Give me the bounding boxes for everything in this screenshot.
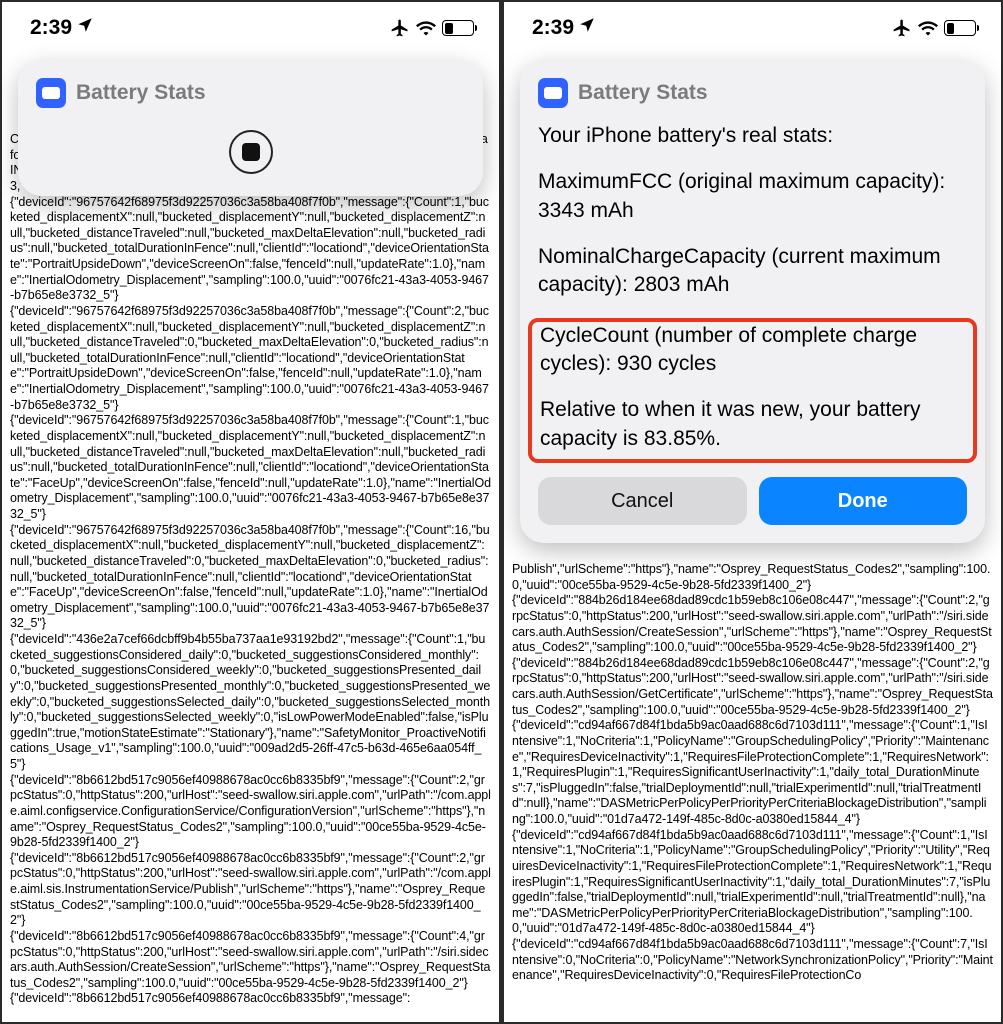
shortcut-card: Battery Stats — [18, 60, 483, 196]
stats-cycle-count: CycleCount (number of complete charge cy… — [540, 322, 965, 379]
wifi-icon — [416, 20, 436, 36]
shortcut-result-card: Battery Stats Your iPhone battery's real… — [520, 60, 985, 543]
left-screenshot: Carrie.","productSku":"HN/A","rolloverRe… — [0, 0, 501, 1024]
stats-nominal-capacity: NominalChargeCapacity (current maximum c… — [538, 243, 967, 300]
wifi-icon — [918, 20, 938, 36]
stop-icon — [242, 143, 260, 161]
airplane-mode-icon — [390, 18, 410, 38]
location-arrow-icon — [578, 16, 596, 40]
done-button[interactable]: Done — [759, 477, 968, 525]
clock-time: 2:39 — [30, 16, 72, 40]
stats-heading: Your iPhone battery's real stats: — [538, 122, 967, 150]
battery-indicator: 30 — [442, 20, 477, 36]
status-bar: 2:39 30 — [2, 2, 499, 54]
shortcut-title: Battery Stats — [578, 81, 708, 105]
stats-relative-capacity: Relative to when it was new, your batter… — [540, 396, 965, 453]
status-bar: 2:39 29 — [504, 2, 1001, 54]
highlight-annotation: CycleCount (number of complete charge cy… — [528, 318, 977, 463]
stats-max-fcc: MaximumFCC (original maximum capacity): … — [538, 168, 967, 225]
shortcut-app-icon — [36, 78, 66, 108]
right-screenshot: Publish","urlScheme":"https"},"name":"Os… — [501, 0, 1003, 1024]
cancel-button[interactable]: Cancel — [538, 477, 747, 525]
stop-button[interactable] — [229, 130, 273, 174]
airplane-mode-icon — [892, 18, 912, 38]
shortcut-app-icon — [538, 78, 568, 108]
clock-time: 2:39 — [532, 16, 574, 40]
battery-indicator: 29 — [944, 20, 979, 36]
location-arrow-icon — [76, 16, 94, 40]
shortcut-title: Battery Stats — [76, 81, 206, 105]
